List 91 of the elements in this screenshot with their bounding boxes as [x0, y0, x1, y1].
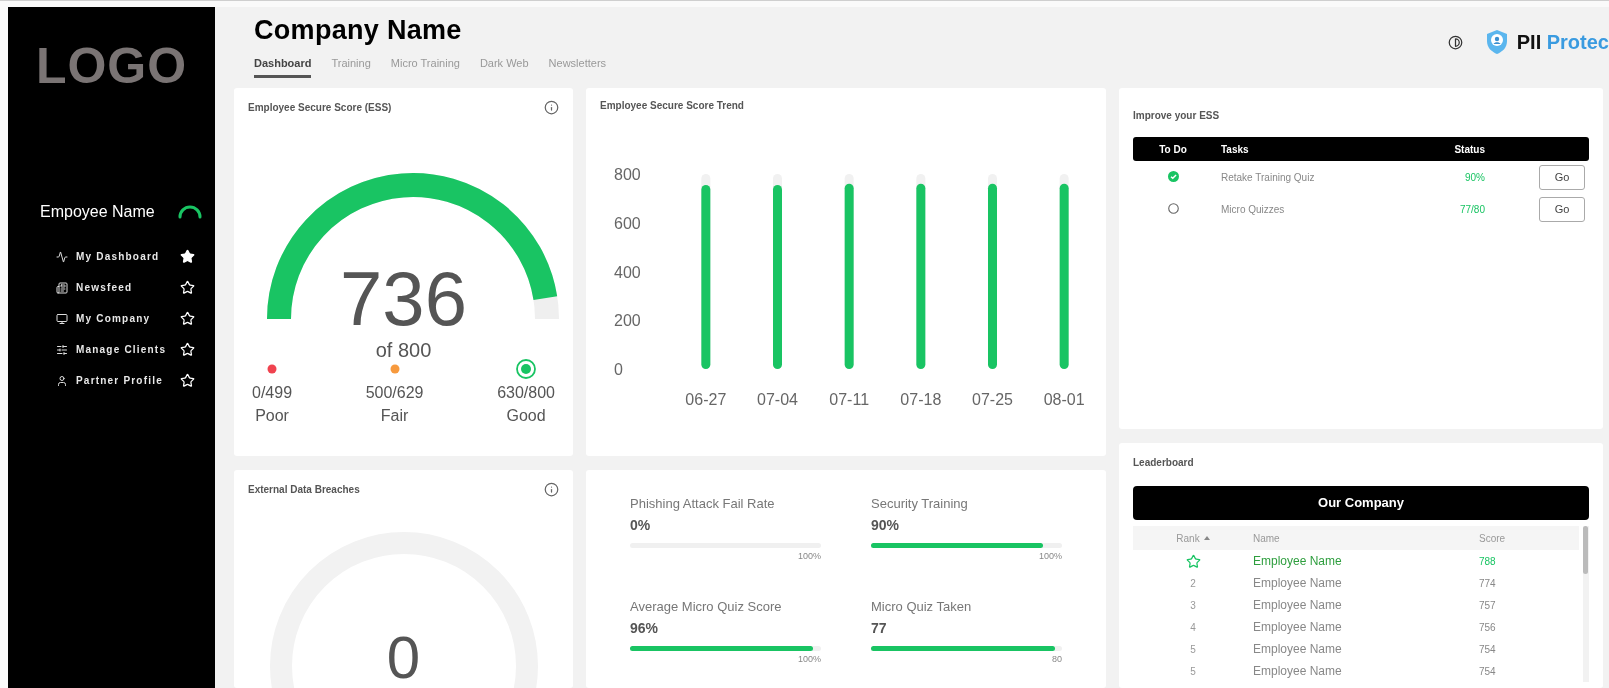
- logo: LOGO: [35, 37, 188, 95]
- nav-tab[interactable]: Dashboard: [254, 55, 312, 78]
- rank-cell: 4: [1190, 621, 1196, 633]
- score-cell: 788: [1479, 555, 1496, 567]
- metric-value: 0%: [630, 517, 652, 533]
- axis-label: 07-25: [972, 391, 1013, 408]
- metric-max: 80: [1052, 654, 1062, 664]
- star-icon[interactable]: [180, 342, 195, 357]
- score-cell: 757: [1479, 599, 1496, 611]
- band-range: 0/499: [252, 384, 293, 402]
- pulse-icon: [56, 250, 68, 263]
- metric-label: Average Micro Quiz Score: [630, 599, 783, 614]
- table-header: To Do Tasks Status: [1133, 137, 1589, 161]
- info-icon[interactable]: [544, 482, 559, 497]
- name-cell: Employee Name: [1253, 620, 1342, 634]
- metric-label: Micro Quiz Taken: [871, 599, 973, 614]
- star-icon[interactable]: [180, 311, 195, 326]
- score-cell: 774: [1479, 577, 1496, 589]
- menu-item[interactable]: My Dashboard: [56, 249, 206, 264]
- go-button[interactable]: Go: [1539, 196, 1585, 222]
- menu-item[interactable]: My Company: [56, 311, 206, 326]
- star-icon[interactable]: [180, 280, 195, 295]
- task-name: Retake Training Quiz: [1220, 171, 1316, 183]
- band-label: Fair: [380, 407, 409, 425]
- axis-label: 08-01: [1043, 391, 1085, 408]
- task-status: 77/80: [1458, 203, 1486, 215]
- band-range: 630/800: [497, 384, 555, 402]
- company-name: Company Name: [254, 15, 463, 46]
- card-title: Improve your ESS: [1133, 110, 1221, 121]
- axis-label: 0: [614, 361, 623, 378]
- axis-label: 600: [614, 214, 641, 232]
- band-label: Poor: [255, 407, 289, 425]
- scrollbar[interactable]: [1583, 526, 1589, 682]
- metric-value: 90%: [871, 517, 901, 533]
- card-title: Leaderboard: [1133, 457, 1195, 468]
- axis-label: 07-18: [900, 391, 942, 408]
- card-title: Employee Secure Score Trend: [600, 100, 745, 111]
- task-status: 90%: [1464, 171, 1486, 183]
- breach-count: 0: [386, 624, 421, 688]
- band-label: Good: [506, 407, 546, 425]
- star-icon[interactable]: [180, 249, 195, 264]
- brand-name: PII Protec: [1516, 30, 1609, 54]
- card-title: External Data Breaches: [248, 484, 360, 495]
- score-cell: 754: [1479, 643, 1496, 655]
- rank-cell: 3: [1190, 599, 1196, 611]
- rank-cell: 5: [1190, 665, 1196, 677]
- newspaper-icon: [56, 281, 68, 294]
- score-total: of 800: [375, 339, 432, 362]
- rank-cell: 2: [1190, 577, 1196, 589]
- info-icon[interactable]: [544, 100, 559, 115]
- card-title: Employee Secure Score (ESS): [248, 102, 392, 113]
- name-cell: Employee Name: [1253, 576, 1342, 590]
- check-icon[interactable]: [1167, 170, 1179, 182]
- theme-toggle-icon[interactable]: [1447, 34, 1463, 50]
- user-icon: [56, 374, 68, 387]
- score-cell: 754: [1479, 665, 1496, 677]
- arc-icon: [176, 205, 203, 219]
- axis-label: 800: [614, 166, 641, 183]
- name-cell: Employee Name: [1253, 642, 1342, 656]
- metric-value: 96%: [630, 620, 660, 636]
- shield-icon: [1484, 29, 1509, 55]
- metric-label: Phishing Attack Fail Rate: [630, 496, 776, 511]
- user-name: Empoyee Name: [40, 203, 155, 221]
- band-range: 500/629: [365, 384, 424, 402]
- sort-asc-icon[interactable]: [1203, 536, 1210, 540]
- score-cell: 756: [1479, 621, 1496, 633]
- sliders-icon: [56, 343, 68, 356]
- axis-label: 06-27: [685, 391, 727, 408]
- menu-item[interactable]: Manage Clients: [56, 342, 206, 357]
- group-header: Our Company: [1133, 486, 1589, 520]
- score-value: 736: [340, 261, 467, 337]
- go-button[interactable]: Go: [1539, 164, 1585, 190]
- metric-max: 100%: [797, 551, 821, 561]
- monitor-icon: [56, 312, 68, 325]
- metric-value: 77: [871, 620, 888, 636]
- axis-label: 200: [614, 312, 641, 330]
- name-cell: Employee Name: [1253, 664, 1342, 678]
- axis-label: 07-04: [757, 391, 798, 408]
- name-cell: Employee Name: [1253, 554, 1342, 568]
- star-icon[interactable]: [180, 373, 195, 388]
- rank-cell: 5: [1190, 643, 1196, 655]
- axis-label: 400: [614, 263, 641, 281]
- metric-max: 100%: [797, 654, 821, 664]
- metric-max: 100%: [1038, 551, 1062, 561]
- name-cell: Employee Name: [1253, 598, 1342, 612]
- menu-item[interactable]: Newsfeed: [56, 280, 206, 295]
- metric-label: Security Training: [871, 496, 969, 511]
- axis-label: 07-11: [829, 391, 870, 408]
- menu-item[interactable]: Partner Profile: [56, 373, 206, 388]
- empty-circle-icon[interactable]: [1167, 202, 1179, 214]
- task-name: Micro Quizzes: [1220, 203, 1286, 215]
